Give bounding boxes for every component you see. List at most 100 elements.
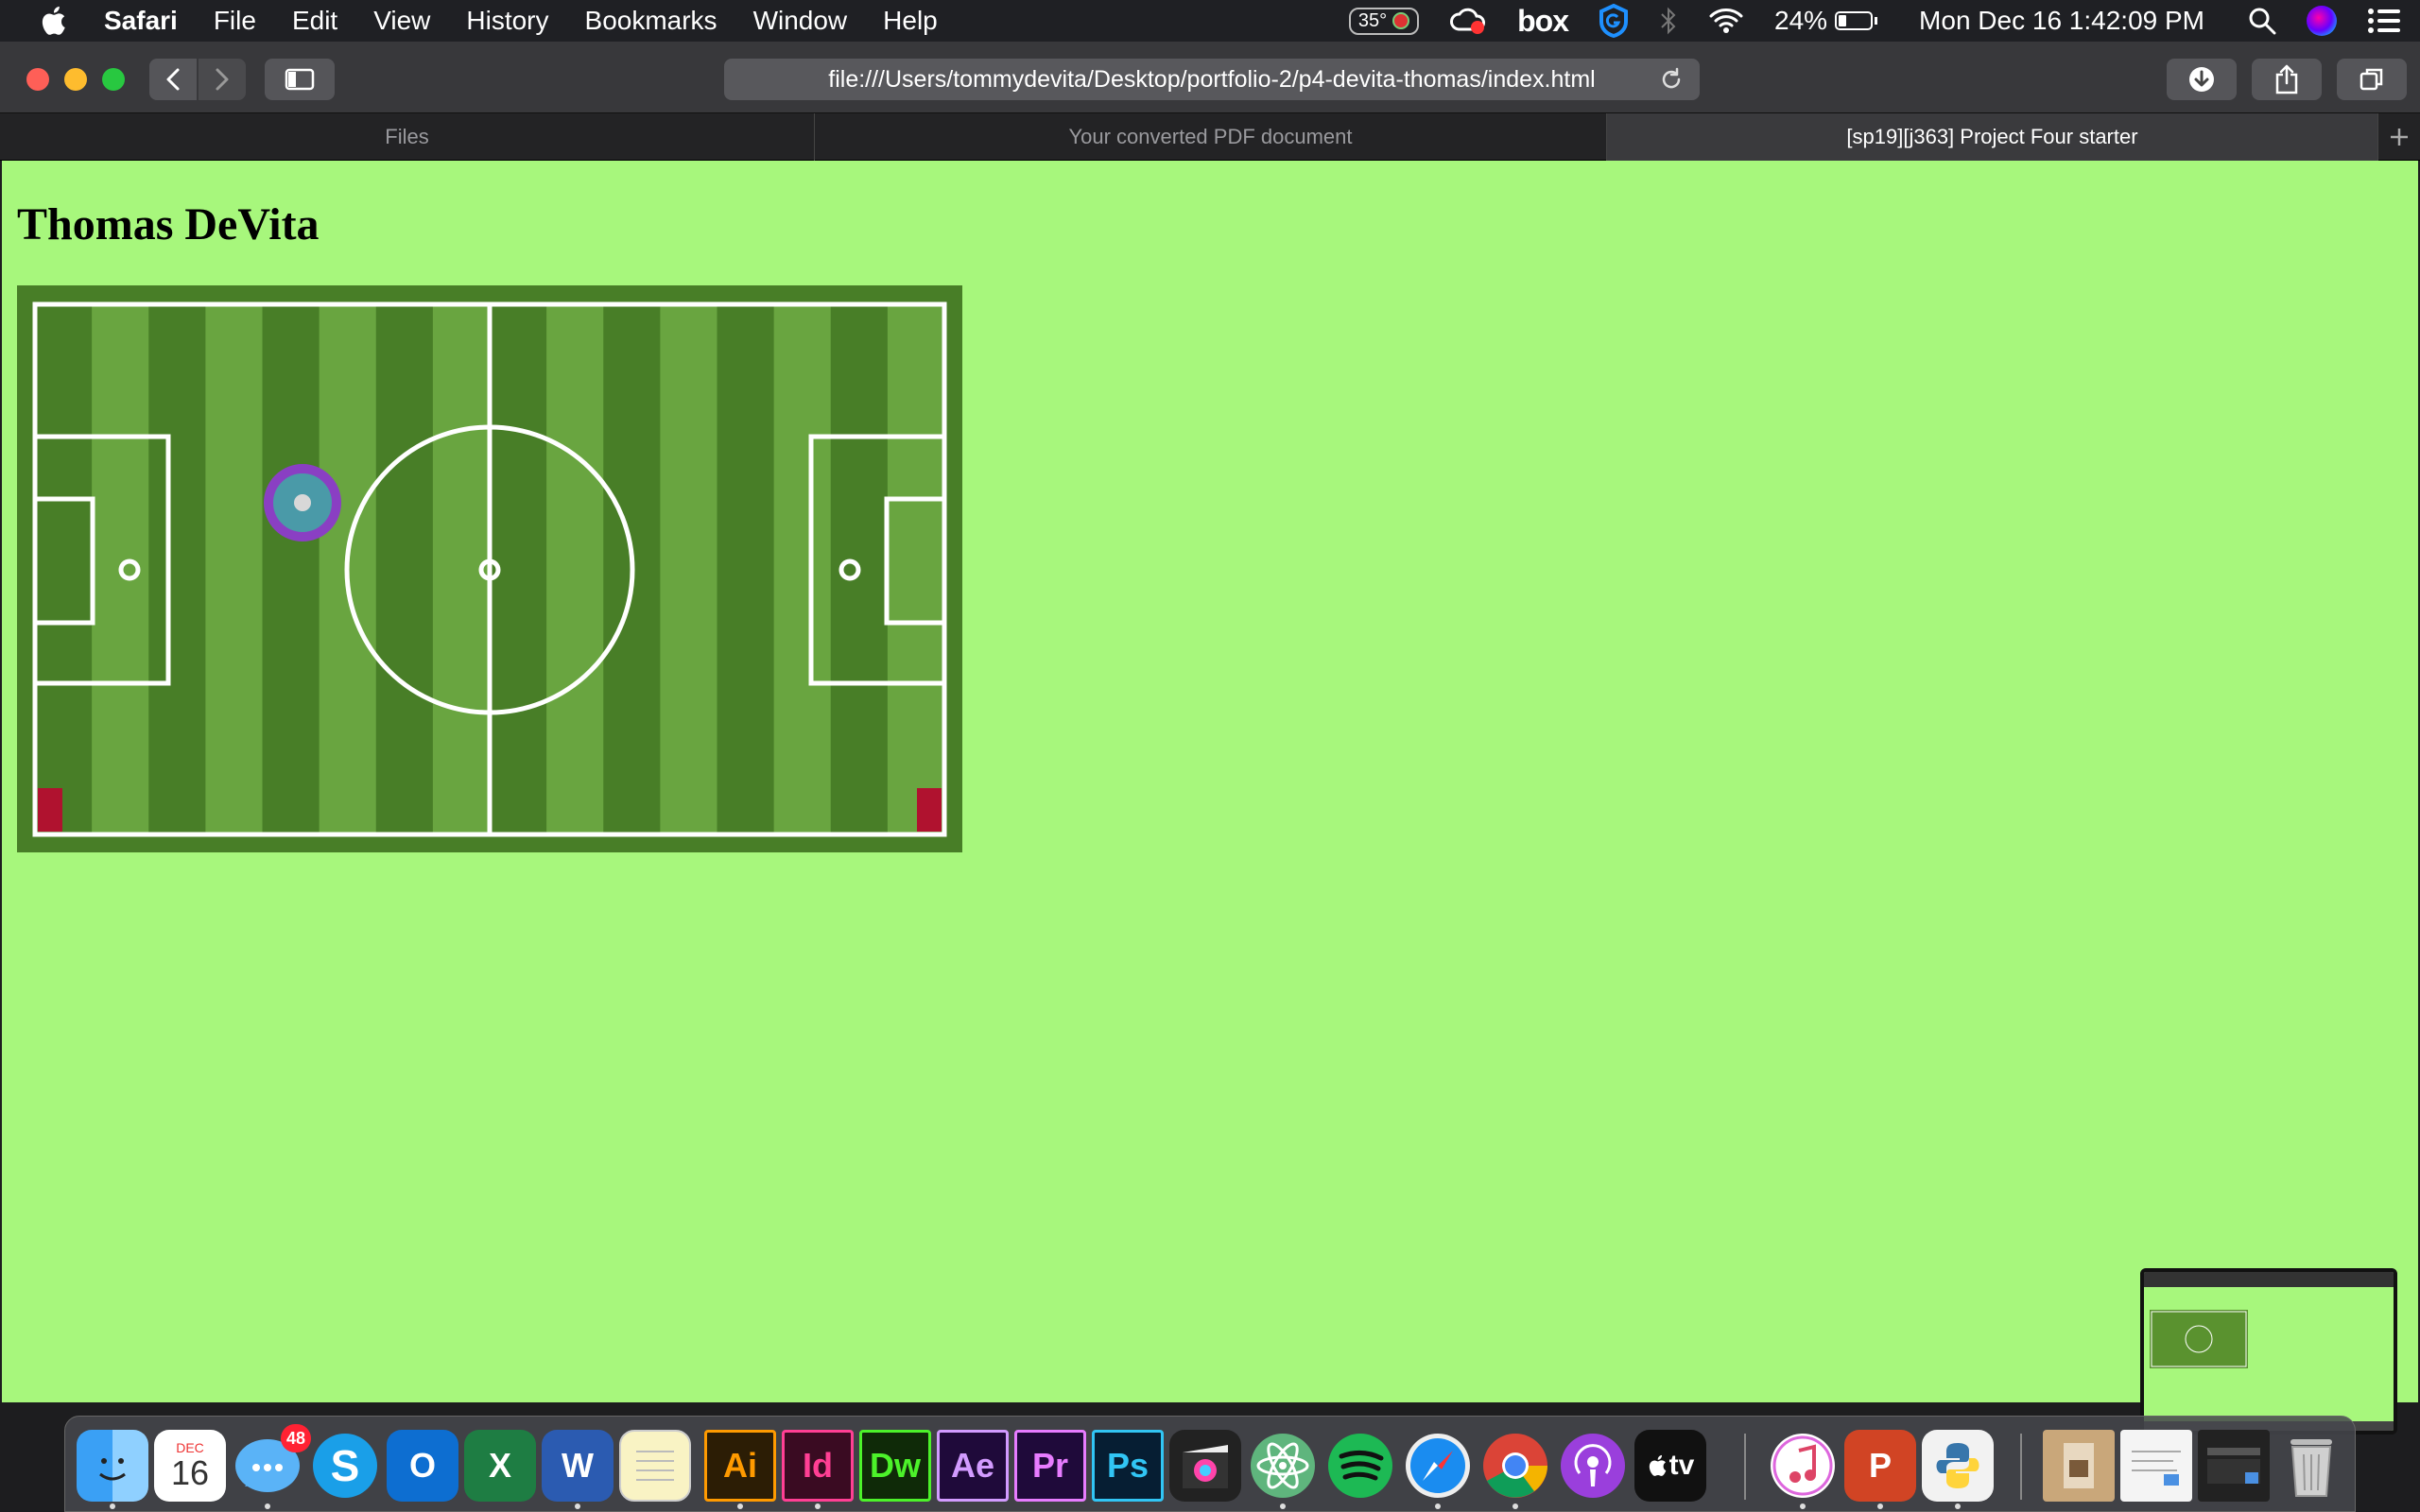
- plus-icon: [2391, 129, 2408, 146]
- grammarly-icon[interactable]: [1599, 4, 1629, 38]
- browser-toolbar: file:///Users/tommydevita/Desktop/portfo…: [0, 42, 2420, 113]
- menu-help[interactable]: Help: [883, 6, 938, 36]
- menu-bar: Safari File Edit View History Bookmarks …: [0, 0, 2420, 42]
- tab-bar: Files Your converted PDF document [sp19]…: [0, 113, 2420, 161]
- sidebar-icon: [285, 68, 315, 91]
- tab-files[interactable]: Files: [0, 113, 815, 161]
- menu-history[interactable]: History: [466, 6, 548, 36]
- new-tab-button[interactable]: [2378, 113, 2420, 161]
- downloads-stack-icon[interactable]: [2043, 1430, 2115, 1502]
- itunes-icon[interactable]: [1767, 1430, 1839, 1502]
- calendar-day: 16: [170, 1453, 210, 1492]
- tab-overview-icon: [2360, 68, 2383, 91]
- wifi-icon[interactable]: [1708, 7, 1744, 35]
- share-icon: [2275, 64, 2298, 94]
- bluetooth-icon[interactable]: [1659, 7, 1678, 35]
- premiere-icon[interactable]: Pr: [1014, 1430, 1086, 1502]
- menu-bookmarks[interactable]: Bookmarks: [585, 6, 717, 36]
- url-text: file:///Users/tommydevita/Desktop/portfo…: [828, 65, 1596, 93]
- calendar-icon[interactable]: DEC 16: [154, 1430, 226, 1502]
- weather-icon: [1392, 12, 1410, 29]
- status-area: 35° box 24% Mon Dec 16 1:42:09 PM: [1319, 0, 2420, 42]
- dreamweaver-icon[interactable]: Dw: [859, 1430, 931, 1502]
- clock[interactable]: Mon Dec 16 1:42:09 PM: [1919, 6, 2204, 36]
- powerpoint-icon[interactable]: P: [1844, 1430, 1916, 1502]
- grass-stripe: [773, 304, 832, 834]
- messages-badge: 48: [280, 1424, 311, 1452]
- download-icon: [2189, 67, 2214, 92]
- messages-icon[interactable]: 48: [232, 1424, 311, 1502]
- grass-stripe: [660, 304, 717, 834]
- illustrator-icon[interactable]: Ai: [704, 1430, 776, 1502]
- zoom-window-button[interactable]: [102, 68, 125, 91]
- ball-player[interactable]: [264, 464, 341, 541]
- close-window-button[interactable]: [26, 68, 49, 91]
- indesign-icon[interactable]: Id: [782, 1430, 854, 1502]
- svg-text:S: S: [331, 1441, 360, 1490]
- spotlight-search-icon[interactable]: [2248, 7, 2276, 35]
- tab-overview-button[interactable]: [2337, 59, 2407, 100]
- menu-window[interactable]: Window: [753, 6, 848, 36]
- weather-widget[interactable]: 35°: [1348, 7, 1420, 35]
- menu-edit[interactable]: Edit: [292, 6, 337, 36]
- creative-cloud-icon[interactable]: [1449, 7, 1487, 35]
- address-bar[interactable]: file:///Users/tommydevita/Desktop/portfo…: [724, 59, 1700, 100]
- battery-indicator[interactable]: 24%: [1774, 6, 1878, 36]
- python-icon[interactable]: [1922, 1430, 1994, 1502]
- final-cut-icon[interactable]: [1169, 1430, 1241, 1502]
- soccer-pitch: [17, 285, 962, 852]
- notification-center-icon[interactable]: [2367, 8, 2401, 34]
- left-goal-marker: [38, 788, 62, 832]
- back-button[interactable]: [149, 59, 197, 100]
- sidebar-toggle-button[interactable]: [265, 59, 335, 100]
- grass-stripe: [887, 304, 945, 834]
- menu-view[interactable]: View: [373, 6, 430, 36]
- downloads-button[interactable]: [2167, 59, 2237, 100]
- grass-stripe: [375, 304, 434, 834]
- siri-icon[interactable]: [2307, 6, 2337, 36]
- after-effects-icon[interactable]: Ae: [937, 1430, 1009, 1502]
- box-icon[interactable]: box: [1517, 4, 1569, 39]
- word-icon[interactable]: W: [542, 1430, 614, 1502]
- grass-stripe: [546, 304, 604, 834]
- grass-stripe: [148, 304, 206, 834]
- chevron-left-icon: [166, 68, 180, 91]
- chrome-icon[interactable]: [1479, 1430, 1551, 1502]
- excel-icon[interactable]: X: [464, 1430, 536, 1502]
- safari-icon[interactable]: [1402, 1430, 1474, 1502]
- apple-tv-icon[interactable]: tv: [1634, 1430, 1706, 1502]
- share-button[interactable]: [2252, 59, 2322, 100]
- grass-stripe: [35, 304, 93, 834]
- grass-stripe: [205, 304, 263, 834]
- temperature-text: 35°: [1357, 9, 1388, 31]
- spotify-icon[interactable]: [1324, 1430, 1396, 1502]
- photoshop-icon[interactable]: Ps: [1092, 1430, 1164, 1502]
- page-title: Thomas DeVita: [17, 199, 320, 249]
- trash-icon[interactable]: [2275, 1430, 2347, 1502]
- battery-icon: [1835, 11, 1874, 30]
- podcasts-icon[interactable]: [1557, 1430, 1629, 1502]
- tab-converted-pdf[interactable]: Your converted PDF document: [815, 113, 1607, 161]
- browser-window: file:///Users/tommydevita/Desktop/portfo…: [0, 42, 2420, 1435]
- desktop-stack-icon[interactable]: [2198, 1430, 2270, 1502]
- menu-file[interactable]: File: [214, 6, 256, 36]
- outlook-icon[interactable]: O: [387, 1430, 458, 1502]
- right-goal-marker: [917, 788, 942, 832]
- documents-stack-icon[interactable]: [2120, 1430, 2192, 1502]
- tab-project-four[interactable]: [sp19][j363] Project Four starter: [1607, 113, 2378, 161]
- atom-icon[interactable]: [1247, 1430, 1319, 1502]
- reload-icon[interactable]: [1658, 66, 1685, 93]
- grass-stripe: [262, 304, 320, 834]
- finder-icon[interactable]: [77, 1430, 148, 1502]
- forward-button[interactable]: [199, 59, 246, 100]
- grass-stripe: [717, 304, 775, 834]
- screenshot-thumbnail[interactable]: [2140, 1268, 2397, 1435]
- notes-icon[interactable]: [619, 1430, 691, 1502]
- apple-menu-icon[interactable]: [34, 2, 72, 40]
- minimize-window-button[interactable]: [64, 68, 87, 91]
- menu-app-name[interactable]: Safari: [104, 6, 178, 36]
- battery-percent: 24%: [1774, 6, 1828, 35]
- thumbnail-preview: [2144, 1272, 2394, 1431]
- web-page: Thomas DeVita: [2, 161, 2418, 1435]
- skype-icon[interactable]: S: [309, 1430, 381, 1502]
